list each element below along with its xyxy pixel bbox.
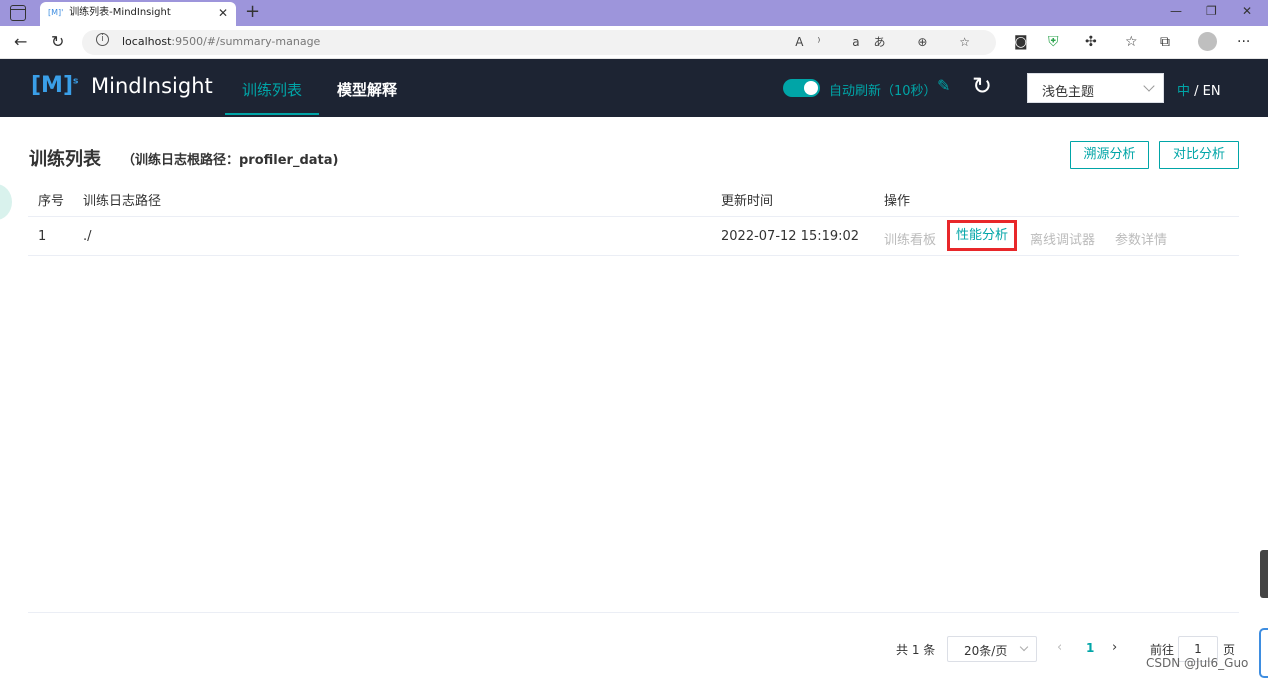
pagination-total: 共 1 条 (896, 643, 936, 657)
content-divider (28, 612, 1239, 613)
restore-icon[interactable]: ❐ (1206, 4, 1217, 18)
page-size-value: 20条/页 (964, 644, 1008, 658)
next-page-icon[interactable]: › (1112, 640, 1117, 655)
language-switch[interactable]: 中 / EN (1177, 80, 1221, 99)
new-tab-icon[interactable]: + (245, 1, 260, 22)
browser-tab[interactable]: [M]' 训练列表-MindInsight ✕ (40, 2, 236, 26)
reload-icon[interactable]: ↻ (51, 32, 64, 51)
theme-select[interactable]: 浅色主题 (1027, 73, 1164, 103)
back-icon[interactable]: ← (14, 32, 27, 51)
compare-analysis-button[interactable]: 对比分析 (1159, 141, 1239, 169)
favorites-icon[interactable]: ☆ (1125, 34, 1138, 50)
chevron-down-icon (1143, 80, 1155, 92)
page-title: 训练列表 (29, 149, 101, 170)
training-list-table: 序号 训练日志路径 更新时间 操作 1 ./ 2022-07-12 15:19:… (28, 178, 1239, 256)
app-header: [M]s MindInsight 训练列表 模型解释 自动刷新（10秒） ✎ ↻… (0, 59, 1268, 117)
mindinsight-logo-icon: [M]s (31, 73, 79, 98)
op-parameter-details[interactable]: 参数详情 (1115, 229, 1167, 248)
floating-helper[interactable] (0, 184, 12, 220)
prev-page-icon[interactable]: ‹ (1057, 640, 1062, 655)
address-bar-actions[interactable]: A⁾ aあ ⊕ ☆ (795, 33, 984, 50)
nav-tab-model-explain[interactable]: 模型解释 (337, 79, 397, 100)
row-index: 1 (38, 229, 47, 244)
side-widget-handle[interactable] (1260, 550, 1268, 598)
row-log-path: ./ (83, 229, 92, 244)
url-text: localhost:9500/#/summary-manage (122, 35, 321, 48)
chevron-down-icon (1019, 642, 1029, 652)
more-menu-icon[interactable]: ··· (1237, 34, 1250, 50)
url-field[interactable]: i localhost:9500/#/summary-manage A⁾ aあ … (82, 30, 996, 55)
row-updated-time: 2022-07-12 15:19:02 (721, 229, 860, 244)
op-training-dashboard[interactable]: 训练看板 (884, 229, 936, 248)
shield-extension-icon[interactable]: ⛨ (1048, 34, 1059, 50)
nav-tab-training-list[interactable]: 训练列表 (242, 79, 302, 100)
close-tab-icon[interactable]: ✕ (218, 2, 228, 24)
app-logo-text: MindInsight (91, 74, 213, 98)
theme-select-value: 浅色主题 (1042, 85, 1095, 100)
column-header-index: 序号 (38, 194, 65, 209)
collections-icon[interactable]: ⧉ (1160, 34, 1170, 50)
table-header-row: 序号 训练日志路径 更新时间 操作 (28, 178, 1239, 217)
close-window-icon[interactable]: ✕ (1242, 4, 1252, 18)
log-root-path-note: （训练日志根路径：profiler_data) (122, 153, 339, 168)
op-offline-debugger[interactable]: 离线调试器 (1030, 229, 1095, 248)
browser-address-bar: ← ↻ i localhost:9500/#/summary-manage A⁾… (0, 26, 1268, 59)
mindinsight-favicon-icon: [M]' (48, 8, 64, 17)
refresh-icon[interactable]: ↻ (972, 72, 992, 100)
op-performance-analysis[interactable]: 性能分析 (947, 220, 1018, 251)
tab-actions-icon[interactable] (10, 5, 26, 21)
side-panel-handle[interactable] (1259, 628, 1268, 678)
site-info-icon[interactable]: i (96, 33, 109, 46)
page-number-current[interactable]: 1 (1086, 641, 1094, 655)
extensions-puzzle-icon[interactable]: ✣ (1085, 34, 1097, 50)
minimize-icon[interactable]: — (1170, 4, 1182, 18)
edit-refresh-interval-icon[interactable]: ✎ (937, 76, 950, 95)
column-header-updated: 更新时间 (721, 194, 774, 209)
tab-title: 训练列表-MindInsight (69, 7, 171, 18)
csdn-watermark: CSDN @Jul6_Guo (1146, 656, 1249, 670)
browser-tab-bar: [M]' 训练列表-MindInsight ✕ + — ❐ ✕ (0, 0, 1268, 26)
page-size-select[interactable]: 20条/页 (947, 636, 1037, 662)
lang-en[interactable]: EN (1203, 84, 1221, 99)
column-header-path: 训练日志路径 (83, 194, 162, 209)
auto-refresh-label: 自动刷新（10秒） (829, 84, 937, 99)
auto-refresh-toggle[interactable] (783, 79, 820, 97)
column-header-ops: 操作 (884, 194, 911, 209)
active-nav-indicator (225, 113, 319, 115)
lineage-analysis-button[interactable]: 溯源分析 (1070, 141, 1149, 169)
profile-avatar[interactable] (1198, 32, 1217, 51)
lang-zh[interactable]: 中 (1177, 84, 1190, 99)
extension-badge-icon[interactable]: ◙ (1014, 34, 1028, 50)
table-row: 1 ./ 2022-07-12 15:19:02 训练看板 性能分析 离线调试器… (28, 217, 1239, 256)
